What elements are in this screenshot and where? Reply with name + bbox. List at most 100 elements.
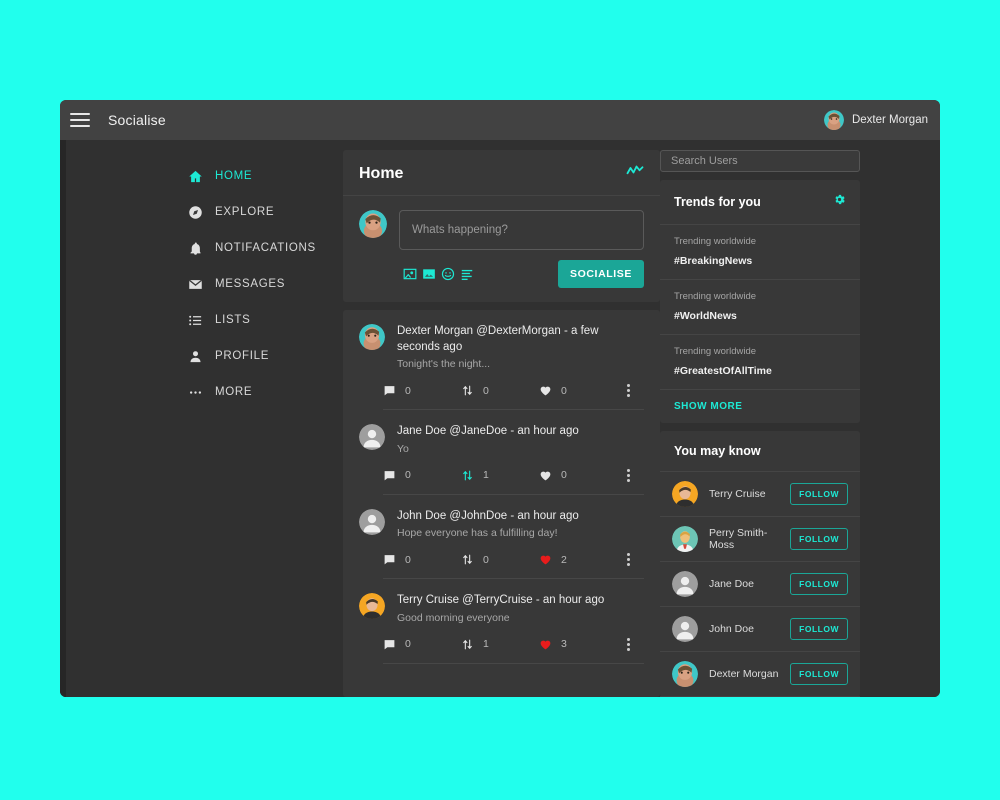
avatar-terry[interactable] <box>672 481 698 507</box>
right-sidebar: Trends for you Trending worldwide #Break… <box>660 140 860 697</box>
avatar-dexter-post[interactable] <box>359 324 385 350</box>
suggested-user-row: John Doe FOLLOW <box>660 607 860 652</box>
posts-list: Dexter Morgan @DexterMorgan - a few seco… <box>343 310 660 697</box>
sidebar-item-profile[interactable]: PROFILE <box>60 338 343 374</box>
header-profile-menu[interactable]: Dexter Morgan <box>823 110 928 130</box>
feed-header: Home <box>343 150 660 196</box>
post-top: Dexter Morgan @DexterMorgan - a few seco… <box>359 324 644 370</box>
post-header: Terry Cruise @TerryCruise - an hour ago <box>397 594 605 607</box>
post-item: Dexter Morgan @DexterMorgan - a few seco… <box>343 310 660 411</box>
post-item: Jane Doe @JaneDoe - an hour ago Yo 0 1 0 <box>343 410 660 495</box>
post-top: Jane Doe @JaneDoe - an hour ago Yo <box>359 424 644 455</box>
poll-icon[interactable] <box>460 267 474 281</box>
retweet-count: 0 <box>483 384 489 397</box>
compass-icon <box>188 205 203 220</box>
post-text: Good morning everyone <box>397 611 510 624</box>
avatar-dexter[interactable] <box>672 661 698 687</box>
post-text: Hope everyone has a fulfilling day! <box>397 527 558 540</box>
trends-header: Trends for you <box>660 180 860 225</box>
like-count: 3 <box>561 638 567 651</box>
avatar-blank[interactable] <box>672 616 698 642</box>
suggested-user-row: Terry Cruise FOLLOW <box>660 472 860 517</box>
trend-line-icon[interactable] <box>626 164 644 183</box>
page-title: Home <box>359 164 404 182</box>
post-actions: 0 0 0 <box>383 384 644 411</box>
compose-input[interactable] <box>399 210 644 250</box>
like-count: 0 <box>561 384 567 397</box>
follow-button[interactable]: FOLLOW <box>790 483 848 505</box>
like-action[interactable]: 0 <box>539 384 617 397</box>
avatar-blank-post[interactable] <box>359 508 385 535</box>
comment-action[interactable]: 0 <box>383 638 461 651</box>
avatar-perry[interactable] <box>672 526 698 552</box>
image-person-icon[interactable] <box>403 267 417 281</box>
image-icon[interactable] <box>422 267 436 281</box>
sidebar-item-notifications[interactable]: NOTIFACATIONS <box>60 230 343 266</box>
sidebar-label-messages: MESSAGES <box>215 278 286 290</box>
retweet-action[interactable]: 0 <box>461 553 539 566</box>
search-users-input[interactable] <box>660 150 860 172</box>
follow-button[interactable]: FOLLOW <box>790 618 848 640</box>
retweet-action[interactable]: 1 <box>461 469 539 482</box>
retweet-count: 1 <box>483 638 489 651</box>
comment-action[interactable]: 0 <box>383 469 461 482</box>
post-more-icon[interactable] <box>627 637 630 651</box>
compose-actions: SOCIALISE <box>343 258 660 302</box>
sidebar-item-messages[interactable]: MESSAGES <box>60 266 343 302</box>
trend-tag: #WorldNews <box>674 310 737 322</box>
like-action[interactable]: 0 <box>539 469 617 482</box>
hamburger-menu-icon[interactable] <box>70 112 90 128</box>
suggested-user-name: Dexter Morgan <box>709 668 779 680</box>
like-action[interactable]: 3 <box>539 638 617 651</box>
post-actions: 0 0 2 <box>383 553 644 580</box>
trends-title: Trends for you <box>674 195 761 209</box>
follow-button[interactable]: FOLLOW <box>790 573 848 595</box>
sidebar-item-home[interactable]: HOME <box>60 158 343 194</box>
trend-item[interactable]: Trending worldwide #GreatestOfAllTime <box>660 335 860 390</box>
trend-item[interactable]: Trending worldwide #BreakingNews <box>660 225 860 280</box>
retweet-action[interactable]: 1 <box>461 638 539 651</box>
sidebar-item-explore[interactable]: EXPLORE <box>60 194 343 230</box>
show-more-button[interactable]: SHOW MORE <box>660 390 860 423</box>
post-actions: 0 1 3 <box>383 637 644 664</box>
trend-subtitle: Trending worldwide <box>674 346 757 357</box>
avatar-blank-post[interactable] <box>359 424 385 451</box>
post-item: John Doe @JohnDoe - an hour ago Hope eve… <box>343 495 660 580</box>
follow-button[interactable]: FOLLOW <box>790 663 848 685</box>
comment-count: 0 <box>405 384 411 397</box>
avatar-dexter-compose <box>359 210 387 238</box>
retweet-action[interactable]: 0 <box>461 384 539 397</box>
post-top: Terry Cruise @TerryCruise - an hour ago … <box>359 593 644 624</box>
post-more-icon[interactable] <box>627 468 630 482</box>
suggested-user-name: Terry Cruise <box>709 488 766 500</box>
comment-count: 0 <box>405 638 411 651</box>
sidebar-label-home: HOME <box>215 170 253 182</box>
suggested-user-row: Jane Doe FOLLOW <box>660 562 860 607</box>
trend-tag: #GreatestOfAllTime <box>674 365 772 377</box>
gear-icon[interactable] <box>833 193 846 211</box>
sidebar-item-more[interactable]: MORE <box>60 374 343 410</box>
left-edge-strip <box>60 140 66 697</box>
person-icon <box>188 349 203 364</box>
home-icon <box>188 169 203 184</box>
socialise-submit-button[interactable]: SOCIALISE <box>558 260 644 288</box>
post-more-icon[interactable] <box>627 553 630 567</box>
sidebar-label-profile: PROFILE <box>215 350 270 362</box>
post-actions: 0 1 0 <box>383 468 644 495</box>
follow-button[interactable]: FOLLOW <box>790 528 848 550</box>
ellipsis-icon <box>188 385 203 400</box>
post-more-icon[interactable] <box>627 384 630 398</box>
avatar-terry-post[interactable] <box>359 593 385 620</box>
like-count: 2 <box>561 553 567 566</box>
emoji-icon[interactable] <box>441 267 455 281</box>
comment-action[interactable]: 0 <box>383 553 461 566</box>
like-action[interactable]: 2 <box>539 553 617 566</box>
avatar-blank[interactable] <box>672 571 698 597</box>
trend-tag: #BreakingNews <box>674 255 753 267</box>
suggested-user-name: John Doe <box>709 623 754 635</box>
sidebar-item-lists[interactable]: LISTS <box>60 302 343 338</box>
retweet-count: 0 <box>483 553 489 566</box>
retweet-count: 1 <box>483 469 489 482</box>
comment-action[interactable]: 0 <box>383 384 461 397</box>
trend-item[interactable]: Trending worldwide #WorldNews <box>660 280 860 335</box>
